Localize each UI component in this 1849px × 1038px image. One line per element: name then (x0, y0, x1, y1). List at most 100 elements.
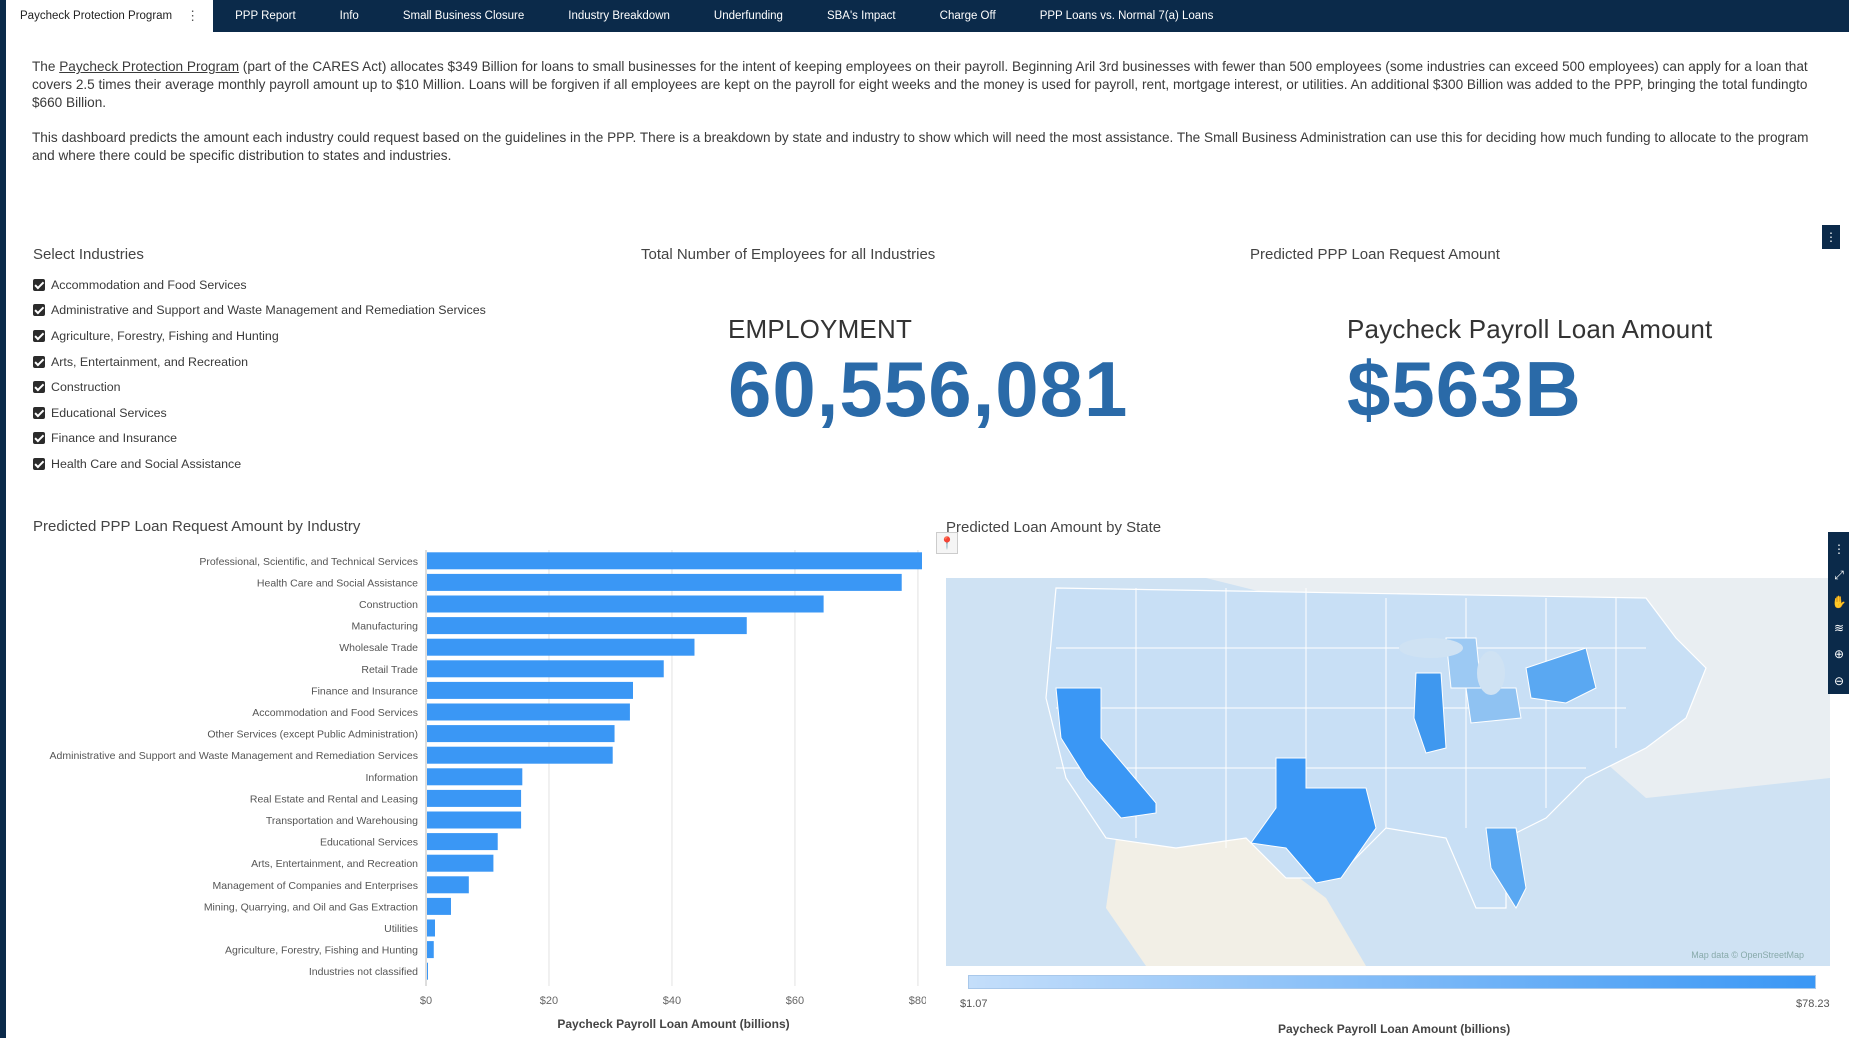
category-label: Professional, Scientific, and Technical … (199, 556, 418, 568)
bar (427, 617, 747, 635)
category-label: Manufacturing (351, 621, 418, 633)
industry-checkbox-item[interactable]: Accommodation and Food Services (33, 272, 533, 298)
x-tick-label: $20 (540, 995, 558, 1007)
tab-underfunding[interactable]: Underfunding (692, 0, 805, 32)
bar (427, 789, 522, 807)
bar (427, 811, 522, 829)
category-label: Information (365, 772, 418, 784)
industry-checkbox-item[interactable]: Arts, Entertainment, and Recreation (33, 349, 533, 375)
category-label: Health Care and Social Assistance (257, 577, 418, 589)
checkbox-checked-icon[interactable] (33, 304, 45, 317)
category-label: Retail Trade (361, 664, 418, 676)
map-credit: Map data © OpenStreetMap (1691, 950, 1804, 960)
category-label: Transportation and Warehousing (266, 815, 418, 827)
category-label: Other Services (except Public Administra… (207, 729, 418, 741)
tab-ppp-report[interactable]: PPP Report (213, 0, 318, 32)
state-choropleth-map[interactable]: Map data © OpenStreetMap (946, 578, 1830, 966)
map-toolbar: ⋮ ⤢ ✋ ≋ ⊕ ⊖ (1828, 532, 1849, 694)
checkbox-checked-icon[interactable] (33, 457, 45, 470)
bar (427, 552, 922, 570)
industry-label: Construction (51, 380, 121, 395)
bar (427, 638, 695, 656)
lake-huron (1477, 651, 1505, 695)
bar (427, 919, 435, 937)
bar (427, 962, 428, 980)
industry-label: Health Care and Social Assistance (51, 456, 242, 471)
x-tick-label: $80 (909, 995, 926, 1007)
bar (427, 703, 630, 721)
industry-checkbox-item[interactable]: Educational Services (33, 400, 533, 426)
ppp-link[interactable]: Paycheck Protection Program (59, 59, 239, 74)
industry-checkbox-item[interactable]: Administrative and Support and Waste Man… (33, 298, 533, 324)
category-label: Finance and Insurance (311, 685, 418, 697)
checkbox-checked-icon[interactable] (33, 381, 45, 394)
bar (427, 573, 902, 591)
layers-icon[interactable]: ≋ (1828, 615, 1849, 641)
loan-amount-value: $563B (1347, 345, 1582, 433)
bar (427, 854, 494, 872)
bar (427, 833, 498, 851)
tab-menu-icon[interactable]: ⋮ (186, 8, 199, 24)
industry-label: Arts, Entertainment, and Recreation (51, 354, 248, 369)
x-tick-label: $60 (786, 995, 804, 1007)
pan-hand-icon[interactable]: ✋ (1828, 589, 1849, 615)
category-label: Administrative and Support and Waste Man… (50, 750, 418, 762)
select-industries-title: Select Industries (33, 246, 144, 263)
industry-checkbox-item[interactable]: Health Care and Social Assistance (33, 451, 533, 477)
checkbox-checked-icon[interactable] (33, 355, 45, 368)
map-legend-gradient (968, 975, 1816, 989)
employment-label: EMPLOYMENT (728, 314, 913, 344)
category-label: Management of Companies and Enterprises (213, 880, 418, 892)
map-graphic (946, 578, 1830, 966)
industry-label: Finance and Insurance (51, 431, 178, 446)
tab-paycheck-protection-program[interactable]: Paycheck Protection Program ⋮ (6, 0, 214, 32)
category-label: Industries not classified (309, 966, 418, 978)
bar (427, 595, 824, 613)
expand-icon[interactable]: ⤢ (1828, 562, 1849, 588)
x-tick-label: $40 (663, 995, 681, 1007)
x-axis-title: Paycheck Payroll Loan Amount (billions) (557, 1017, 789, 1031)
tab-bar: Paycheck Protection Program ⋮ PPP Report… (0, 0, 1849, 32)
industry-bar-chart: $0 $20 $40 $60 $80 Professional, Scientific, … (50, 550, 926, 1031)
dashboard-canvas: The Paycheck Protection Program (part of… (6, 32, 1849, 1038)
kpi-menu-icon[interactable]: ⋮ (1822, 225, 1840, 249)
tab-ppp-vs-7a[interactable]: PPP Loans vs. Normal 7(a) Loans (1018, 0, 1236, 32)
zoom-in-icon[interactable]: ⊕ (1828, 641, 1849, 667)
checkbox-checked-icon[interactable] (33, 278, 45, 291)
map-menu-icon[interactable]: ⋮ (1828, 536, 1849, 562)
bar-chart-title: Predicted PPP Loan Request Amount by Ind… (33, 518, 361, 535)
legend-min-label: $1.07 (960, 998, 988, 1010)
checkbox-checked-icon[interactable] (33, 406, 45, 419)
tab-charge-off[interactable]: Charge Off (918, 0, 1018, 32)
bar (427, 660, 664, 678)
x-tick-label: $0 (420, 995, 432, 1007)
intro-paragraph-2: This dashboard predicts the amount each … (32, 130, 1809, 163)
map-title: Predicted Loan Amount by State (946, 519, 1162, 536)
industry-checkbox-item[interactable]: Agriculture, Forestry, Fishing and Hunti… (33, 323, 533, 349)
industry-checklist[interactable]: Accommodation and Food Services Administr… (33, 272, 533, 482)
tab-small-business-closure[interactable]: Small Business Closure (381, 0, 546, 32)
industry-checkbox-item[interactable]: Construction (33, 374, 533, 400)
legend-title: Paycheck Payroll Loan Amount (billions) (1278, 1022, 1511, 1036)
category-label: Educational Services (320, 837, 418, 849)
tab-industry-breakdown[interactable]: Industry Breakdown (546, 0, 692, 32)
intro-text: The Paycheck Protection Program (part of… (32, 58, 1832, 182)
tab-sbas-impact[interactable]: SBA's Impact (805, 0, 918, 32)
loan-kpi-title: Predicted PPP Loan Request Amount (1250, 246, 1500, 263)
tab-info[interactable]: Info (318, 0, 381, 32)
industry-checkbox-item[interactable]: Finance and Insurance (33, 426, 533, 452)
checkbox-checked-icon[interactable] (33, 329, 45, 342)
checkbox-checked-icon[interactable] (33, 432, 45, 445)
intro-paragraph-1: The Paycheck Protection Program (part of… (32, 58, 1832, 112)
zoom-out-icon[interactable]: ⊖ (1828, 668, 1849, 694)
industry-label: Educational Services (51, 405, 167, 420)
employment-value: 60,556,081 (728, 345, 1129, 433)
lake-superior (1399, 638, 1463, 658)
category-label: Accommodation and Food Services (252, 707, 418, 719)
industry-label: Administrative and Support and Waste Man… (51, 303, 486, 318)
industry-checkbox-item[interactable]: Industries not classified (33, 477, 533, 482)
bar (427, 725, 615, 743)
tab-label: Paycheck Protection Program (20, 10, 173, 22)
category-label: Mining, Quarrying, and Oil and Gas Extra… (204, 901, 418, 913)
industry-label: Agriculture, Forestry, Fishing and Hunti… (51, 328, 279, 343)
